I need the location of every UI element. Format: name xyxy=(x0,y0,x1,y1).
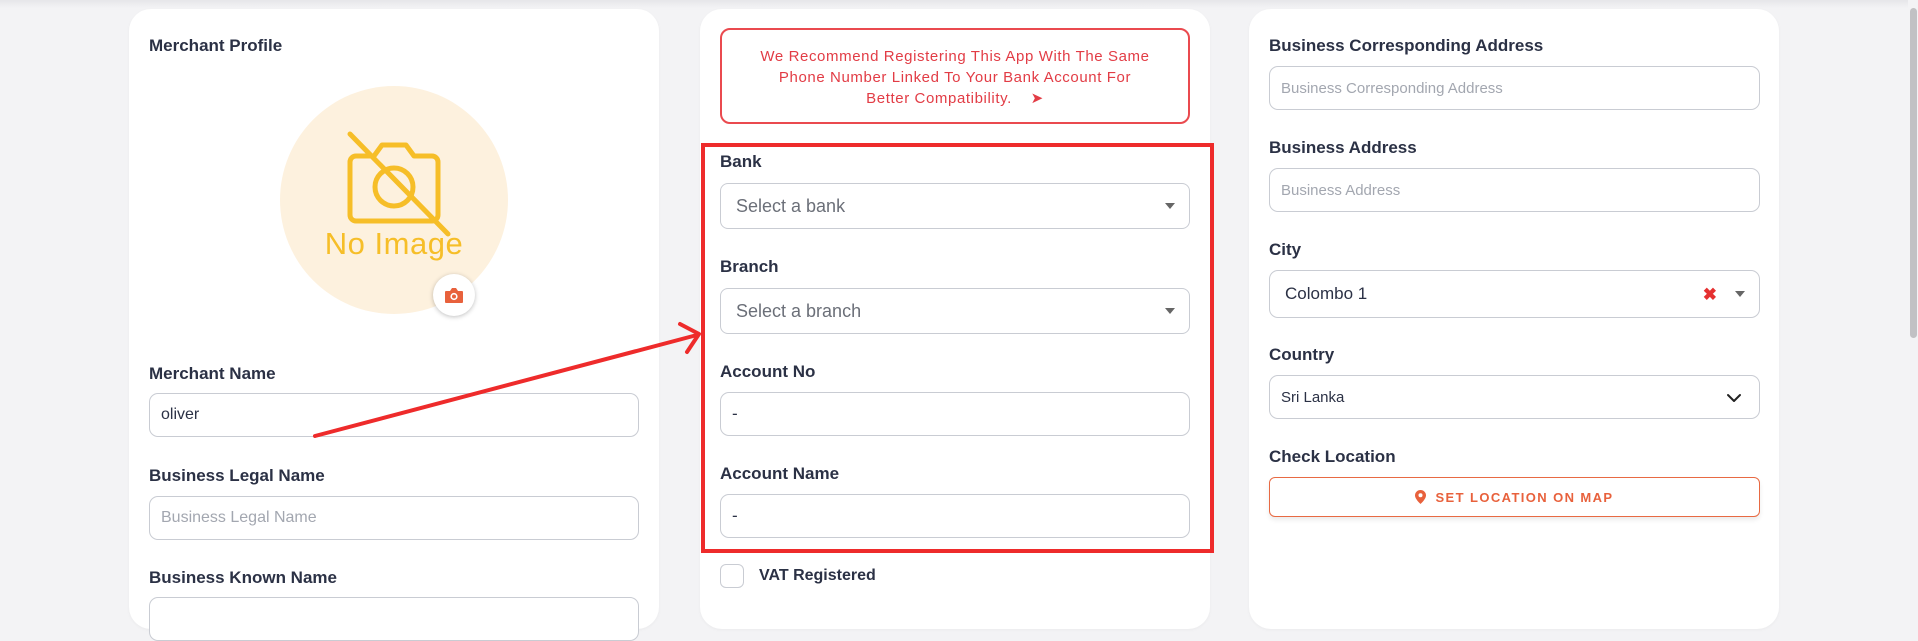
annotation-arrow xyxy=(313,322,701,438)
scrollbar-thumb[interactable] xyxy=(1910,8,1917,338)
